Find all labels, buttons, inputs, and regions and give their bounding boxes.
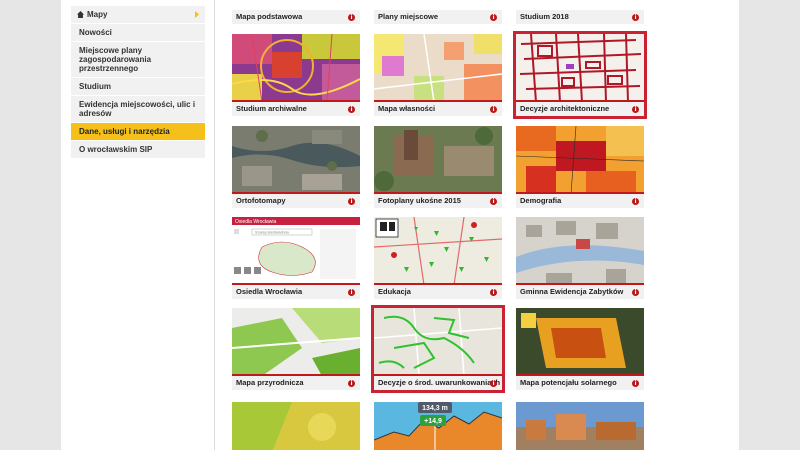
home-icon xyxy=(77,11,84,18)
tile-studium-2018[interactable]: Studium 2018 i xyxy=(516,10,644,24)
tile-decyzje-architektoniczne[interactable]: Decyzje architektoniczne i xyxy=(513,31,647,119)
sidebar-item-nowosci[interactable]: Nowości xyxy=(71,24,205,42)
chevron-right-icon xyxy=(195,11,199,18)
info-icon[interactable]: i xyxy=(490,380,497,387)
info-icon[interactable]: i xyxy=(632,106,639,113)
tile-label: Fotoplany ukośne 2015 xyxy=(378,196,461,205)
info-icon[interactable]: i xyxy=(632,289,639,296)
tile-ortofotomapy[interactable]: Ortofotomapy i xyxy=(232,126,360,208)
sidebar-item-label: Ewidencja miejscowości, ulic i adresów xyxy=(79,100,196,118)
tile-studium-archiwalne[interactable]: Studium archiwalne i xyxy=(232,34,360,116)
sidebar-item-mapy[interactable]: Mapy xyxy=(71,6,205,24)
chart-thumbnail: 134,3 m +14,9 xyxy=(374,402,502,450)
tile-3d-city[interactable] xyxy=(516,402,644,450)
map-thumbnail xyxy=(232,308,360,376)
info-icon[interactable]: i xyxy=(348,198,355,205)
tile-edukacja[interactable]: Edukacja i xyxy=(374,217,502,299)
map-thumbnail xyxy=(232,34,360,102)
tile-label: Mapa własności xyxy=(378,104,436,113)
info-icon[interactable]: i xyxy=(348,14,355,21)
map-thumbnail xyxy=(516,308,644,376)
map-thumbnail xyxy=(374,217,502,285)
tile-plany-miejscowe[interactable]: Plany miejscowe i xyxy=(374,10,502,24)
tile-mapa-wlasnosci[interactable]: Mapa własności i xyxy=(374,34,502,116)
tile-decyzje-srodowiskowe[interactable]: Decyzje o środ. uwarunkowaniach i xyxy=(371,305,505,393)
sidebar-item-dane[interactable]: Dane, usługi i narzędzia xyxy=(71,123,205,141)
sidebar-item-label: Studium xyxy=(79,82,111,91)
info-icon[interactable]: i xyxy=(632,380,639,387)
sidebar-nav: Mapy Nowości Miejscowe plany zagospodaro… xyxy=(71,6,205,159)
info-icon[interactable]: i xyxy=(632,14,639,21)
sidebar-item-label: Mapy xyxy=(87,10,108,19)
map-thumbnail xyxy=(232,402,360,450)
sidebar-item-sip[interactable]: O wrocławskim SIP xyxy=(71,141,205,159)
tile-gminna-ewidencja[interactable]: Gminna Ewidencja Zabytków i xyxy=(516,217,644,299)
tile-fotoplany[interactable]: Fotoplany ukośne 2015 i xyxy=(374,126,502,208)
info-icon[interactable]: i xyxy=(490,106,497,113)
sidebar-item-label: O wrocławskim SIP xyxy=(79,145,153,154)
map-thumbnail xyxy=(516,34,644,102)
map-thumbnail xyxy=(516,217,644,285)
info-icon[interactable]: i xyxy=(348,106,355,113)
tile-osiedla-wroclawia[interactable]: Osiedla Wrocławia Szukaj osiedla/adresu … xyxy=(232,217,360,299)
tile-mapa-podstawowa[interactable]: Mapa podstawowa i xyxy=(232,10,360,24)
info-icon[interactable]: i xyxy=(632,198,639,205)
info-icon[interactable]: i xyxy=(348,289,355,296)
tile-label: Decyzje o środ. uwarunkowaniach xyxy=(378,378,501,387)
tile-label: Osiedla Wrocławia xyxy=(236,287,303,296)
tile-label: Plany miejscowe xyxy=(378,12,439,21)
tile-label: Gminna Ewidencja Zabytków xyxy=(520,287,624,296)
app-thumbnail: Osiedla Wrocławia Szukaj osiedla/adresu xyxy=(232,217,360,285)
tile-map-yellow[interactable] xyxy=(232,402,360,450)
sidebar-item-studium[interactable]: Studium xyxy=(71,78,205,96)
info-icon[interactable]: i xyxy=(490,14,497,21)
tile-mapa-przyrodnicza[interactable]: Mapa przyrodnicza i xyxy=(232,308,360,390)
tile-label: Ortofotomapy xyxy=(236,196,286,205)
info-icon[interactable]: i xyxy=(490,289,497,296)
map-thumbnail xyxy=(374,308,502,376)
sidebar-item-label: Miejscowe plany zagospodarowania przestr… xyxy=(79,46,152,73)
tile-label: Edukacja xyxy=(378,287,411,296)
tile-label: Mapa potencjału solarnego xyxy=(520,378,617,387)
tile-elevation-profile[interactable]: 134,3 m +14,9 xyxy=(374,402,502,450)
sidebar-item-label: Dane, usługi i narzędzia xyxy=(79,127,170,136)
tile-label: Mapa przyrodnicza xyxy=(236,378,304,387)
elevation-delta: +14,9 xyxy=(424,418,442,425)
info-icon[interactable]: i xyxy=(490,198,497,205)
map-thumbnail xyxy=(516,126,644,194)
map-thumbnail xyxy=(232,126,360,194)
tile-label: Demografia xyxy=(520,196,562,205)
tile-mapa-solarna[interactable]: Mapa potencjału solarnego i xyxy=(516,308,644,390)
tile-label: Decyzje architektoniczne xyxy=(520,104,610,113)
sidebar-item-ewidencja[interactable]: Ewidencja miejscowości, ulic i adresów xyxy=(71,96,205,123)
tile-label: Studium 2018 xyxy=(520,12,569,21)
osiedla-thumb-title: Osiedla Wrocławia xyxy=(235,219,277,225)
content-divider xyxy=(214,0,215,450)
sidebar-item-plany[interactable]: Miejscowe plany zagospodarowania przestr… xyxy=(71,42,205,78)
osiedla-thumb-search: Szukaj osiedla/adresu xyxy=(255,231,289,235)
info-icon[interactable]: i xyxy=(348,380,355,387)
tile-label: Studium archiwalne xyxy=(236,104,307,113)
sidebar-item-label: Nowości xyxy=(79,28,112,37)
map-thumbnail xyxy=(516,402,644,450)
tile-label: Mapa podstawowa xyxy=(236,12,303,21)
map-thumbnail xyxy=(374,126,502,194)
tile-demografia[interactable]: Demografia i xyxy=(516,126,644,208)
map-thumbnail xyxy=(374,34,502,102)
elevation-value: 134,3 m xyxy=(422,405,448,412)
